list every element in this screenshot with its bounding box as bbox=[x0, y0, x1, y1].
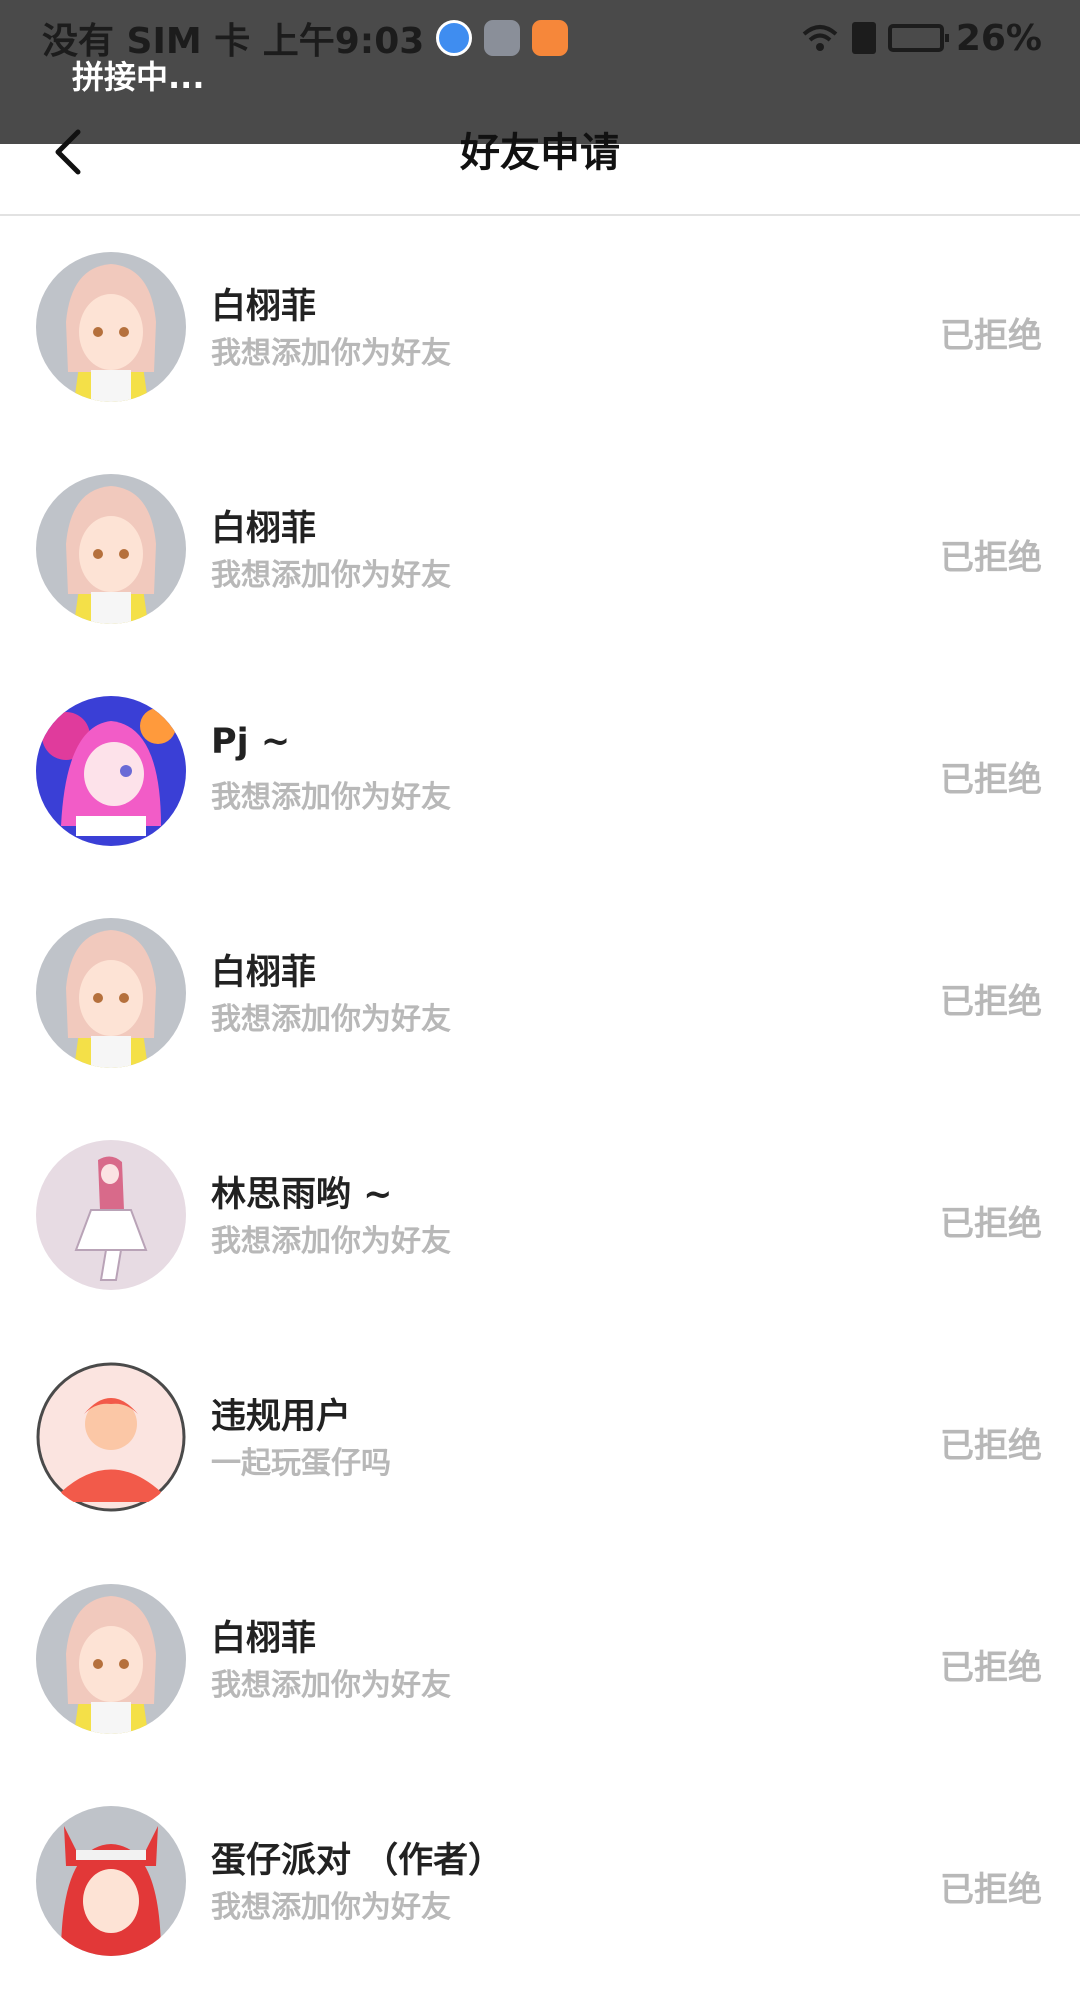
trash-app-icon bbox=[484, 20, 521, 56]
stitching-toast: 拼接中... bbox=[72, 58, 205, 96]
friend-request-item[interactable]: 白栩菲我想添加你为好友 已拒绝 bbox=[0, 1548, 1080, 1770]
requester-name: Pj ~ bbox=[211, 722, 291, 762]
request-status-label: 已拒绝 bbox=[940, 1426, 1042, 1466]
friend-request-list: 白栩菲 我想添加你为好友 已拒绝 白栩菲 我想添加你为好友 已拒绝 Pj ~ 我想添加你为好友… bbox=[0, 216, 1080, 1992]
request-message: 我想添加你为好友 bbox=[211, 1224, 451, 1259]
status-right: 26% bbox=[800, 18, 1042, 59]
avatar[interactable] bbox=[36, 1140, 186, 1290]
avatar[interactable] bbox=[36, 696, 186, 846]
avatar[interactable] bbox=[36, 474, 186, 624]
avatar[interactable] bbox=[36, 252, 186, 402]
request-status-label: 已拒绝 bbox=[940, 760, 1042, 800]
request-status-label: 已拒绝 bbox=[940, 1648, 1042, 1688]
browser-app-icon bbox=[436, 20, 473, 56]
request-message: 我想添加你为好友 bbox=[211, 1002, 451, 1037]
avatar[interactable] bbox=[36, 1806, 186, 1956]
requester-name: 白栩菲 bbox=[211, 953, 317, 993]
request-message: 我想添加你为好友 bbox=[211, 336, 451, 371]
sim-alert-icon bbox=[851, 22, 876, 54]
requester-name: 白栩菲 bbox=[211, 509, 317, 549]
request-status-label: 已拒绝 bbox=[940, 538, 1042, 578]
request-message: 我想添加你为好友 bbox=[211, 780, 451, 815]
request-status-label: 已拒绝 bbox=[940, 1870, 1042, 1910]
friend-request-item[interactable]: Pj ~ 我想添加你为好友 已拒绝 bbox=[0, 660, 1080, 882]
friend-request-item[interactable]: 白栩菲我想添加你为好友 已拒绝 bbox=[0, 438, 1080, 660]
request-message: 我想添加你为好友 bbox=[211, 558, 451, 593]
video-app-icon bbox=[532, 20, 569, 56]
nav-bar: 好友申请 bbox=[0, 129, 1080, 216]
friend-request-item[interactable]: 蛋仔派对 （作者） 我想添加你为好友 已拒绝 bbox=[0, 1770, 1080, 1992]
request-message: 我想添加你为好友 bbox=[211, 1890, 451, 1925]
wifi-icon bbox=[802, 25, 838, 51]
requester-name: 违规用户 bbox=[211, 1397, 352, 1437]
battery-percent: 26% bbox=[955, 17, 1042, 59]
requester-name: 白栩菲 bbox=[211, 287, 317, 327]
page-title: 好友申请 bbox=[460, 130, 620, 176]
request-status-label: 已拒绝 bbox=[940, 982, 1042, 1022]
requester-name: 林思雨哟 ~ bbox=[211, 1175, 393, 1215]
avatar[interactable] bbox=[36, 1362, 186, 1512]
request-message: 我想添加你为好友 bbox=[211, 1668, 451, 1703]
requester-name: 白栩菲 bbox=[211, 1619, 317, 1659]
battery-icon bbox=[887, 24, 949, 52]
avatar[interactable] bbox=[36, 1584, 186, 1734]
friend-request-item[interactable]: 违规用户一起玩蛋仔吗 已拒绝 bbox=[0, 1326, 1080, 1548]
requester-name: 蛋仔派对 （作者） bbox=[211, 1841, 504, 1881]
request-message: 一起玩蛋仔吗 bbox=[211, 1446, 391, 1481]
friend-request-item[interactable]: 白栩菲我想添加你为好友 已拒绝 bbox=[0, 216, 1080, 438]
request-status-label: 已拒绝 bbox=[940, 1204, 1042, 1244]
friend-request-item[interactable]: 白栩菲我想添加你为好友 已拒绝 bbox=[0, 882, 1080, 1104]
request-status-label: 已拒绝 bbox=[940, 316, 1042, 356]
avatar[interactable] bbox=[36, 918, 186, 1068]
friend-request-item[interactable]: 林思雨哟 ~ 我想添加你为好友 已拒绝 bbox=[0, 1104, 1080, 1326]
